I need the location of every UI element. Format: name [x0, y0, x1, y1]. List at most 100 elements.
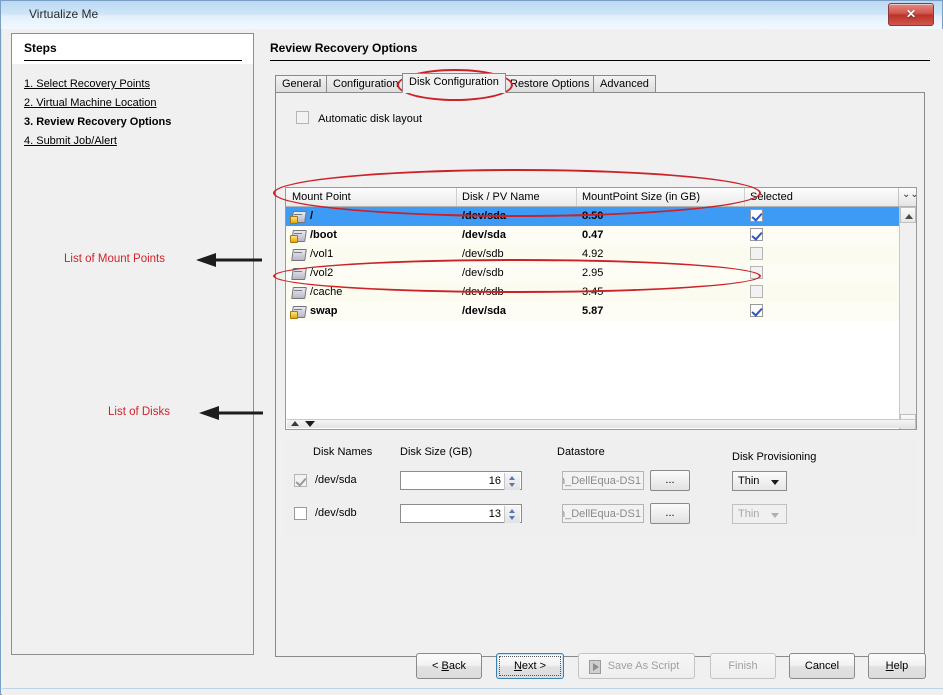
disk-configuration-panel: Automatic disk layout Mount Point Disk /…: [275, 92, 925, 657]
cell-mount-point: /cache: [310, 286, 342, 298]
next-button[interactable]: Next >: [496, 653, 564, 679]
stepper-up-icon: [509, 509, 515, 513]
table-resize-handle[interactable]: [287, 419, 915, 428]
cell-size: 8.50: [582, 210, 603, 222]
disk-name-sdb: /dev/sdb: [315, 507, 357, 519]
datastore-browse-button-sdb[interactable]: ...: [650, 503, 690, 524]
disk-size-stepper-sda[interactable]: [504, 473, 520, 490]
automatic-disk-layout-label: Automatic disk layout: [318, 113, 422, 125]
disk-icon: [291, 228, 306, 242]
disk-icon: [291, 285, 306, 299]
disk-icon: [291, 209, 306, 223]
tab-restore-options[interactable]: Restore Options: [503, 75, 596, 93]
table-vertical-scrollbar[interactable]: [899, 207, 916, 430]
label-datastore: Datastore: [557, 446, 605, 458]
cancel-button[interactable]: Cancel: [789, 653, 855, 679]
chevron-down-icon: [771, 513, 779, 518]
table-row[interactable]: swap /dev/sda 5.87: [286, 302, 899, 321]
cell-selected-checkbox[interactable]: [750, 304, 763, 318]
column-header-mount-point[interactable]: Mount Point: [292, 191, 351, 203]
main-pane: Review Recovery Options General Configur…: [264, 33, 936, 655]
cell-disk: /dev/sdb: [462, 267, 504, 279]
annotation-arrow-disks: [195, 405, 265, 421]
disk-size-input-sda[interactable]: 16: [400, 471, 522, 490]
column-divider[interactable]: [744, 188, 745, 206]
label-disk-names: Disk Names: [313, 446, 372, 458]
page-title-divider: [270, 60, 930, 61]
steps-divider: [24, 60, 242, 61]
sidebar-item-submit-job-alert[interactable]: 4. Submit Job/Alert: [24, 135, 117, 147]
automatic-disk-layout-row[interactable]: Automatic disk layout: [296, 111, 422, 125]
cell-disk: /dev/sda: [462, 229, 506, 241]
table-row[interactable]: /vol1 /dev/sdb 4.92: [286, 245, 899, 264]
mount-point-rows: / /dev/sda 8.50 /boot: [286, 207, 899, 321]
stepper-up-icon: [509, 476, 515, 480]
save-as-script-label: Save As Script: [608, 660, 680, 672]
label-disk-provisioning: Disk Provisioning: [732, 451, 816, 463]
sidebar-item-select-recovery-points[interactable]: 1. Select Recovery Points: [24, 78, 150, 90]
button-bar: < Back Next > Save As Script Finish Canc…: [2, 653, 943, 683]
column-header-mountpoint-size[interactable]: MountPoint Size (in GB): [582, 191, 700, 203]
mount-point-table-header: Mount Point Disk / PV Name MountPoint Si…: [286, 188, 916, 207]
title-bar: Virtualize Me ✕: [1, 1, 942, 29]
column-header-selected[interactable]: Selected: [750, 191, 793, 203]
window-title: Virtualize Me: [29, 7, 98, 21]
cell-selected-checkbox[interactable]: [750, 228, 763, 242]
window-content: Steps 1. Select Recovery Points 2. Virtu…: [2, 29, 943, 695]
column-divider[interactable]: [456, 188, 457, 206]
automatic-disk-layout-checkbox[interactable]: [296, 111, 309, 124]
steps-pane: Steps 1. Select Recovery Points 2. Virtu…: [11, 33, 254, 655]
close-icon: ✕: [889, 4, 933, 25]
cell-mount-point: /boot: [310, 229, 337, 241]
column-header-disk-pv-name[interactable]: Disk / PV Name: [462, 191, 540, 203]
steps-heading: Steps: [24, 41, 57, 55]
tab-advanced[interactable]: Advanced: [593, 75, 656, 93]
cell-size: 3.45: [582, 286, 603, 298]
collapse-up-icon: [291, 421, 299, 426]
disk-size-stepper-sdb[interactable]: [504, 506, 520, 523]
datastore-field-sda[interactable]: h_DellEqua-DS1: [562, 471, 644, 490]
sidebar-item-virtual-machine-location[interactable]: 2. Virtual Machine Location: [24, 97, 157, 109]
tab-disk-configuration[interactable]: Disk Configuration: [402, 73, 506, 93]
back-button[interactable]: < Back: [416, 653, 482, 679]
cell-disk: /dev/sda: [462, 305, 506, 317]
close-button[interactable]: ✕: [888, 3, 934, 26]
application-window: Virtualize Me ✕ Steps 1. Select Recovery…: [0, 0, 943, 695]
tab-general[interactable]: General: [275, 75, 328, 93]
cell-selected-checkbox[interactable]: [750, 266, 763, 280]
page-title: Review Recovery Options: [270, 41, 417, 55]
help-button[interactable]: Help: [868, 653, 926, 679]
cell-size: 2.95: [582, 267, 603, 279]
provisioning-value-sdb: Thin: [738, 508, 759, 520]
datastore-value-sdb: h_DellEqua-DS1: [562, 508, 641, 520]
cell-selected-checkbox[interactable]: [750, 247, 763, 261]
provisioning-value-sda: Thin: [738, 475, 759, 487]
cell-mount-point: /vol1: [310, 248, 333, 260]
column-divider[interactable]: [576, 188, 577, 206]
table-column-chooser-button[interactable]: ⌄⌄: [898, 188, 916, 206]
cell-selected-checkbox[interactable]: [750, 209, 763, 223]
disk-name-sda: /dev/sda: [315, 474, 357, 486]
datastore-browse-button-sda[interactable]: ...: [650, 470, 690, 491]
cell-disk: /dev/sdb: [462, 286, 504, 298]
cell-disk: /dev/sdb: [462, 248, 504, 260]
cell-selected-checkbox[interactable]: [750, 285, 763, 299]
disk-size-value-sdb: 13: [489, 508, 501, 520]
finish-button: Finish: [710, 653, 776, 679]
provisioning-select-sda[interactable]: Thin: [732, 471, 787, 491]
disk-checkbox-sda[interactable]: [294, 474, 307, 487]
datastore-field-sdb[interactable]: h_DellEqua-DS1: [562, 504, 644, 523]
disk-list-section: Disk Names Disk Size (GB) Datastore Disk…: [285, 438, 917, 538]
tab-configuration[interactable]: Configuration: [326, 75, 405, 93]
annotation-arrow-mount-points: [192, 252, 264, 268]
table-row[interactable]: /boot /dev/sda 0.47: [286, 226, 899, 245]
disk-size-value-sda: 16: [489, 475, 501, 487]
disk-icon: [291, 304, 306, 318]
table-row[interactable]: /cache /dev/sdb 3.45: [286, 283, 899, 302]
table-row[interactable]: /vol2 /dev/sdb 2.95: [286, 264, 899, 283]
sidebar-item-review-recovery-options[interactable]: 3. Review Recovery Options: [24, 116, 171, 128]
disk-size-input-sdb[interactable]: 13: [400, 504, 522, 523]
scroll-up-button[interactable]: [900, 207, 916, 223]
disk-checkbox-sdb[interactable]: [294, 507, 307, 520]
table-row[interactable]: / /dev/sda 8.50: [286, 207, 899, 226]
